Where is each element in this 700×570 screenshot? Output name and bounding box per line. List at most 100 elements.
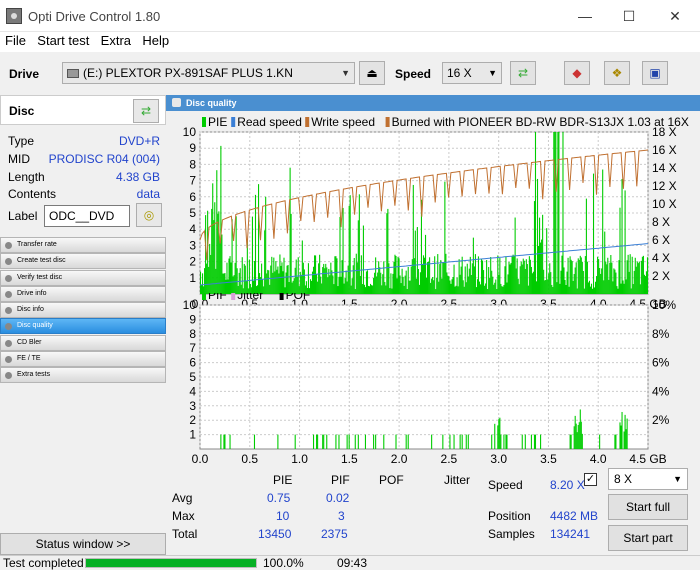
nav-verify-test-disc[interactable]: Verify test disc: [0, 269, 166, 286]
stats-header-pif: PIF: [331, 473, 350, 487]
speed-value: 16 X: [447, 66, 472, 80]
legend-swatch: [202, 117, 206, 127]
stats-avg-label: Avg: [172, 491, 193, 505]
y2-tick-label: 6 X: [652, 233, 670, 247]
x-tick-label: 4.0: [590, 452, 607, 466]
menu-bar: File Start test Extra Help: [0, 32, 700, 52]
disc-heading: Disc: [9, 104, 35, 118]
test-speed-select[interactable]: 8 X ▼: [608, 468, 688, 490]
nav-disc-quality[interactable]: Disc quality: [0, 318, 166, 335]
position-value: 4482 MB: [550, 509, 599, 523]
title-bar: Opti Drive Control 1.80 — ☐ ✕: [0, 0, 700, 32]
x-tick-label: 2.0: [391, 452, 408, 466]
maximize-button[interactable]: ☐: [606, 0, 652, 32]
speed-stat-value: 8.20 X: [550, 478, 585, 492]
stats-total-pif: 2375: [321, 527, 348, 541]
y2-tick-label: 14 X: [652, 161, 677, 175]
eraser-icon: ◆: [572, 66, 582, 80]
menu-start-test[interactable]: Start test: [32, 32, 89, 50]
disc-key: Type: [8, 134, 35, 148]
menu-file[interactable]: File: [0, 32, 26, 50]
eject-icon: ⏏: [366, 66, 378, 80]
y-tick-label: 4: [189, 222, 196, 236]
chevron-down-icon: ▼: [488, 68, 497, 78]
window-title: Opti Drive Control 1.80: [28, 9, 161, 24]
close-button[interactable]: ✕: [652, 0, 698, 32]
left-panel: Disc ⇄ Type DVD+R MID PRODISC R04 (004) Le…: [0, 95, 166, 535]
samples-value: 134241: [550, 527, 591, 541]
label-apply-button[interactable]: ◎: [136, 203, 162, 227]
minimize-button[interactable]: —: [562, 0, 608, 32]
x-tick-label: 4.5 GB: [629, 452, 666, 466]
nav-create-test-disc[interactable]: Create test disc: [0, 253, 166, 270]
speed-select[interactable]: 16 X ▼: [442, 62, 502, 84]
speed-stat-label: Speed: [488, 478, 523, 492]
legend-label: PIF: [208, 293, 227, 302]
nav-fe-te[interactable]: FE / TE: [0, 351, 166, 368]
erase-button[interactable]: ◆: [564, 61, 590, 85]
y2-tick-label: 8%: [652, 327, 670, 341]
x-tick-label: 3.5: [540, 452, 557, 466]
y2-tick-label: 10 X: [652, 197, 677, 211]
y-tick-label: 7: [189, 341, 196, 355]
y-tick-label: 8: [189, 157, 196, 171]
test-nav: Transfer rate Create test disc Verify te…: [0, 237, 166, 384]
menu-extra[interactable]: Extra: [96, 32, 131, 50]
y-tick-label: 2: [189, 413, 196, 427]
y-tick-label: 10: [183, 125, 197, 139]
nav-extra-tests[interactable]: Extra tests: [0, 367, 166, 384]
eject-button[interactable]: ⏏: [359, 61, 385, 85]
legend-swatch: [202, 293, 206, 300]
refresh-speed-button[interactable]: ⇄: [510, 61, 536, 85]
start-full-button[interactable]: Start full: [608, 494, 688, 520]
copy-button[interactable]: ❖: [604, 61, 630, 85]
y-tick-label: 9: [189, 312, 196, 326]
stats-max-pif: 3: [338, 509, 345, 523]
y-tick-label: 5: [189, 370, 196, 384]
disc-label-field[interactable]: ODC__DVD: [44, 205, 130, 227]
legend-label: Jitter: [237, 293, 263, 302]
test-speed-value: 8 X: [614, 472, 633, 486]
stats-max-label: Max: [172, 509, 195, 523]
y-tick-label: 1: [189, 428, 196, 442]
drive-select[interactable]: (E:) PLEXTOR PX-891SAF PLUS 1.KN ▼: [62, 62, 355, 84]
start-part-button[interactable]: Start part: [608, 525, 688, 551]
stats-avg-pie: 0.75: [267, 491, 291, 505]
nav-cd-bler[interactable]: CD Bler: [0, 334, 166, 351]
speed-label: Speed: [395, 67, 432, 81]
y2-tick-label: 16 X: [652, 143, 677, 157]
y-tick-label: 5: [189, 206, 196, 220]
legend-swatch: [305, 117, 310, 127]
app-disc-icon: [6, 8, 22, 24]
copy-icon: ❖: [611, 66, 623, 80]
pif-chart: PIF Jitter POF 12345678910 0.0 0.5 1.0 1.5 2.0 2…: [183, 293, 676, 466]
y-tick-label: 3: [189, 238, 196, 252]
menu-help[interactable]: Help: [137, 32, 169, 50]
save-button[interactable]: ▣: [642, 61, 668, 85]
jitter-checkbox[interactable]: ✓: [584, 473, 597, 486]
y-tick-label: 7: [189, 174, 196, 188]
x-tick-label: 1.5: [341, 452, 358, 466]
label-key: Label: [8, 209, 38, 223]
nav-drive-info[interactable]: Drive info: [0, 285, 166, 302]
x-tick-label: 0.0: [192, 452, 209, 466]
status-window-button[interactable]: Status window >>: [0, 533, 166, 555]
disc-value: data: [136, 187, 160, 201]
position-label: Position: [488, 509, 531, 523]
stats-avg-pif: 0.02: [326, 491, 350, 505]
nav-disc-info[interactable]: Disc info: [0, 302, 166, 319]
y-tick-label: 9: [189, 141, 196, 155]
y2-tick-label: 12 X: [652, 179, 677, 193]
y2-tick-label: 4 X: [652, 251, 670, 265]
y-tick-label: 2: [189, 255, 196, 269]
legend-label: PIE: [208, 115, 227, 129]
stats-header-pie: PIE: [273, 473, 293, 487]
disc-value: DVD+R: [118, 134, 160, 148]
nav-transfer-rate[interactable]: Transfer rate: [0, 237, 166, 253]
y-tick-label: 6: [189, 356, 196, 370]
y2-tick-label: 2 X: [652, 269, 670, 283]
chevron-down-icon: ▼: [673, 474, 682, 484]
disc-refresh-button[interactable]: ⇄: [133, 99, 159, 123]
stats-max-pie: 10: [276, 509, 290, 523]
legend-swatch: [231, 293, 236, 300]
